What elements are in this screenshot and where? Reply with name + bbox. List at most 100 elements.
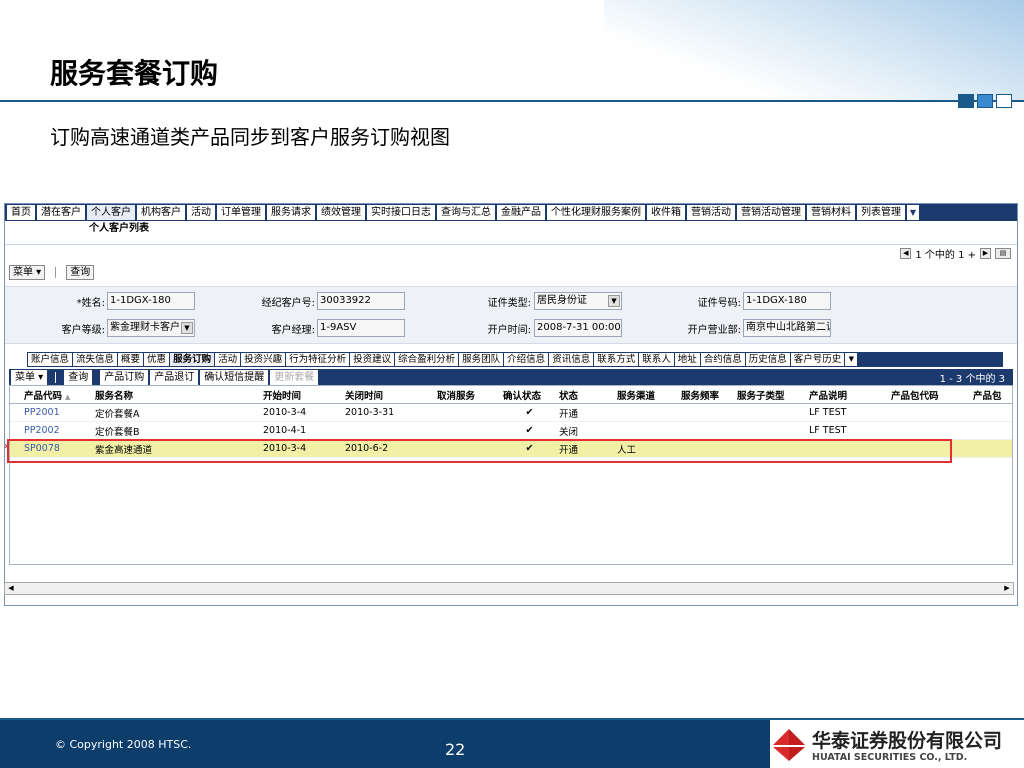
level-select[interactable]: 紫金理财卡客户 ▼ [107, 319, 195, 337]
detail-tab[interactable]: 投资建议 [350, 353, 395, 366]
column-header[interactable]: 确认状态 [500, 388, 556, 402]
table-cell: 2010-3-31 [345, 407, 395, 418]
grid-menu-button[interactable]: 菜单 ▾ [11, 369, 48, 385]
query-button[interactable]: 查询 [66, 264, 95, 280]
detail-tab[interactable]: 服务团队 [459, 353, 504, 366]
horizontal-scrollbar[interactable]: ◀ ▶ [4, 582, 1014, 595]
column-header[interactable]: 取消服务 [434, 388, 500, 402]
column-header[interactable]: 状态 [556, 388, 614, 402]
detail-tab[interactable]: 地址 [674, 353, 700, 366]
column-header-label: 服务名称 [95, 390, 134, 402]
record-icon[interactable]: ▤ [995, 248, 1011, 259]
column-header[interactable]: 服务频率 [678, 388, 734, 402]
top-tab[interactable]: 服务请求 [267, 205, 315, 220]
cert-type-label: 证件类型: [487, 298, 531, 309]
sub-nav-label[interactable]: 个人客户列表 [5, 221, 1017, 236]
detail-tab[interactable]: 行为特征分析 [286, 353, 350, 366]
column-header[interactable]: 服务子类型 [734, 388, 806, 402]
detail-tab[interactable]: 投资兴趣 [241, 353, 286, 366]
prev-page-icon[interactable]: ◀ [900, 248, 912, 259]
top-tab[interactable]: 绩效管理 [317, 205, 365, 220]
manager-field[interactable]: 1-9ASV [317, 319, 405, 337]
detail-tab[interactable]: 账户信息 [28, 353, 73, 366]
confirm-sms-button[interactable]: 确认短信提醒 [200, 369, 269, 385]
detail-tab[interactable]: 联系方式 [594, 353, 639, 366]
detail-tab[interactable]: 联系人 [639, 353, 674, 366]
detail-tab[interactable]: 合约信息 [700, 353, 745, 366]
detail-tab[interactable]: 服务订购 [170, 353, 215, 366]
column-header-label: 产品说明 [809, 390, 848, 402]
detail-tab[interactable]: 介绍信息 [504, 353, 549, 366]
table-row[interactable]: PP2002 定价套餐B 2010-4-1 ✔ 关闭 LF TEST [10, 422, 1012, 440]
top-tab[interactable]: 个性化理财服务案例 [547, 205, 645, 220]
column-header-label: 产品代码 [24, 390, 63, 402]
detail-tab[interactable]: 资讯信息 [549, 353, 594, 366]
detail-tab[interactable]: 历史信息 [745, 353, 790, 366]
detail-tab[interactable]: 概要 [118, 353, 144, 366]
detail-tab[interactable]: 活动 [215, 353, 241, 366]
level-value: 紫金理财卡客户 [110, 322, 180, 333]
name-field[interactable]: 1-1DGX-180 [107, 292, 195, 310]
top-tab[interactable]: 实时接口日志 [367, 205, 435, 220]
top-tab[interactable]: 列表管理 [857, 205, 905, 220]
top-tab[interactable]: 查询与汇总 [437, 205, 495, 220]
table-cell: 2010-3-4 [263, 407, 307, 418]
column-header[interactable]: 产品代码 ▲ [10, 388, 92, 402]
table-cell: 开通 [559, 408, 579, 420]
detail-tab[interactable]: 优惠 [144, 353, 170, 366]
logo-en-text: HUATAI SECURITIES CO., LTD. [812, 752, 968, 763]
product-code-link[interactable]: PP2002 [10, 425, 92, 436]
column-header[interactable]: 服务名称 [92, 388, 260, 402]
column-header[interactable]: 产品包代码 [888, 388, 970, 402]
column-header-label: 状态 [559, 390, 579, 402]
column-header[interactable]: 开始时间 [260, 388, 342, 402]
grid-query-button[interactable]: 查询 [64, 369, 93, 385]
table-row[interactable]: PP2001 定价套餐A 2010-3-4 2010-3-31 ✔ 开通 LF TEST [10, 404, 1012, 422]
more-tabs-icon[interactable]: ▼ [907, 205, 919, 220]
detail-tab[interactable]: 综合盈利分析 [395, 353, 459, 366]
highlight-box [7, 439, 952, 463]
toolbar-separator [55, 371, 57, 383]
grid-header: 产品代码 ▲ 服务名称 开始时间 关闭时间 取消服务 确认状态 状态 服务渠道 服务频率 服务子类型… [10, 386, 1012, 404]
top-tab[interactable]: 营销活动 [687, 205, 735, 220]
agent-field[interactable]: 30033922 [317, 292, 405, 310]
update-package-button[interactable]: 更新套餐 [270, 369, 319, 385]
table-cell: 定价套餐A [95, 408, 140, 420]
grid-pager: 1 - 3 个中的 3 [939, 373, 1005, 385]
product-code-link[interactable]: PP2001 [10, 407, 92, 418]
scroll-right-icon[interactable]: ▶ [1001, 583, 1013, 594]
scroll-left-icon[interactable]: ◀ [5, 583, 17, 594]
top-tab[interactable]: 营销活动管理 [737, 205, 805, 220]
menu-button[interactable]: 菜单 ▾ [9, 264, 46, 280]
checkmark-icon: ✔ [525, 425, 534, 436]
branch-field[interactable]: 南京中山北路第二证 [743, 319, 831, 337]
company-logo: 华泰证券股份有限公司 HUATAI SECURITIES CO., LTD. [772, 726, 1020, 766]
more-tabs-icon[interactable]: ▼ [845, 353, 858, 366]
top-tab[interactable]: 订单管理 [217, 205, 265, 220]
detail-tab[interactable]: 客户号历史 [790, 353, 845, 366]
cert-no-field[interactable]: 1-1DGX-180 [743, 292, 831, 310]
column-header-label: 服务频率 [681, 390, 720, 402]
product-unsubscribe-button[interactable]: 产品退订 [150, 369, 199, 385]
column-header[interactable]: 关闭时间 [342, 388, 434, 402]
product-buy-button[interactable]: 产品订购 [100, 369, 149, 385]
top-tab[interactable]: 潜在客户 [37, 205, 85, 220]
next-page-icon[interactable]: ▶ [980, 248, 991, 259]
chevron-down-icon[interactable]: ▼ [608, 295, 620, 307]
detail-tab[interactable]: 流失信息 [73, 353, 118, 366]
pager-text: 1 个中的 1 + [915, 250, 976, 261]
top-tab[interactable]: 活动 [187, 205, 215, 220]
top-tab[interactable]: 金融产品 [497, 205, 545, 220]
top-tab[interactable]: 营销材料 [807, 205, 855, 220]
column-header-label: 产品包 [973, 390, 1002, 402]
cert-type-select[interactable]: 居民身份证 ▼ [534, 292, 622, 310]
column-header[interactable]: 服务渠道 [614, 388, 678, 402]
column-header[interactable]: 产品说明 [806, 388, 888, 402]
column-header[interactable]: 产品包 [970, 388, 1006, 402]
top-tab[interactable]: 机构客户 [137, 205, 185, 220]
top-tab[interactable]: 首页 [7, 205, 35, 220]
top-tab[interactable]: 收件箱 [647, 205, 685, 220]
chevron-down-icon[interactable]: ▼ [181, 322, 193, 334]
top-tab[interactable]: 个人客户 [87, 205, 135, 220]
open-time-field[interactable]: 2008-7-31 00:00 [534, 319, 622, 337]
